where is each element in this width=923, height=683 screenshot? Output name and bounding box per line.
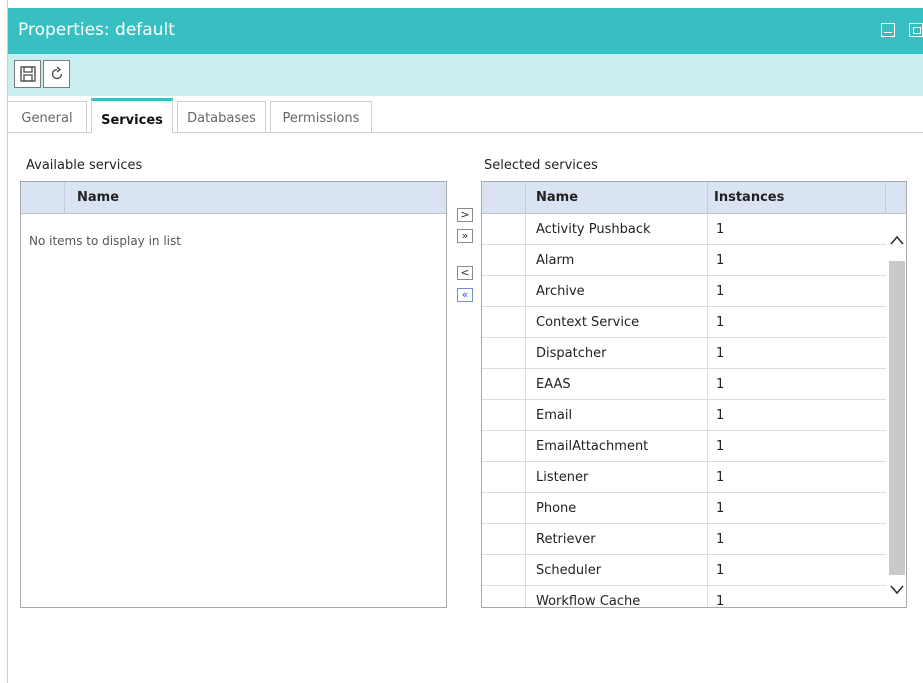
minimize-icon[interactable] — [881, 23, 895, 37]
table-row[interactable]: Phone 1 — [482, 493, 886, 524]
restore-icon[interactable] — [909, 23, 923, 37]
service-name-cell[interactable]: Scheduler — [526, 555, 708, 585]
refresh-icon — [51, 66, 63, 80]
scroll-thumb[interactable] — [889, 261, 905, 575]
add-selected-button[interactable]: > — [457, 208, 473, 222]
instances-cell[interactable]: 1 — [708, 524, 886, 554]
service-name-cell[interactable]: Phone — [526, 493, 708, 523]
service-name-cell[interactable]: Dispatcher — [526, 338, 708, 368]
save-button[interactable] — [14, 60, 41, 88]
row-selector[interactable] — [482, 214, 526, 244]
table-row[interactable]: Workflow Cache 1 — [482, 586, 886, 607]
table-row[interactable]: Scheduler 1 — [482, 555, 886, 586]
row-selector[interactable] — [482, 586, 526, 607]
table-row[interactable]: EmailAttachment 1 — [482, 431, 886, 462]
row-selector[interactable] — [482, 245, 526, 275]
tab-strip: General Services Databases Permissions — [8, 96, 923, 133]
table-row[interactable]: Email 1 — [482, 400, 886, 431]
instances-cell[interactable]: 1 — [708, 431, 886, 461]
service-name-cell[interactable]: Email — [526, 400, 708, 430]
instances-cell[interactable]: 1 — [708, 245, 886, 275]
available-column-name[interactable]: Name — [77, 190, 119, 205]
service-name-cell[interactable]: Retriever — [526, 524, 708, 554]
selected-services-grid[interactable]: Name Instances Activity Pushback 1 Alarm 1… — [481, 181, 907, 608]
selected-column-instances[interactable]: Instances — [708, 182, 886, 213]
row-selector[interactable] — [482, 307, 526, 337]
row-selector[interactable] — [482, 462, 526, 492]
tab-services[interactable]: Services — [91, 98, 173, 133]
chevron-down-icon[interactable] — [890, 584, 904, 596]
remove-selected-button[interactable]: < — [457, 266, 473, 280]
table-row[interactable]: Dispatcher 1 — [482, 338, 886, 369]
tab-permissions[interactable]: Permissions — [270, 101, 372, 132]
table-row[interactable]: Archive 1 — [482, 276, 886, 307]
vertical-scrollbar[interactable] — [886, 214, 906, 607]
chevron-up-icon[interactable] — [890, 234, 904, 246]
remove-all-button[interactable]: « — [457, 288, 473, 302]
service-name-cell[interactable]: Listener — [526, 462, 708, 492]
row-selector[interactable] — [482, 431, 526, 461]
table-row[interactable]: Activity Pushback 1 — [482, 214, 886, 245]
available-services-list[interactable]: Name No items to display in list — [20, 181, 447, 608]
tab-databases[interactable]: Databases — [177, 101, 266, 132]
instances-cell[interactable]: 1 — [708, 214, 886, 244]
table-row[interactable]: Context Service 1 — [482, 307, 886, 338]
row-selector[interactable] — [482, 555, 526, 585]
selected-column-name[interactable]: Name — [526, 182, 708, 213]
row-selector[interactable] — [482, 276, 526, 306]
instances-cell[interactable]: 1 — [708, 493, 886, 523]
instances-cell[interactable]: 1 — [708, 338, 886, 368]
row-selector[interactable] — [482, 524, 526, 554]
service-name-cell[interactable]: Context Service — [526, 307, 708, 337]
empty-list-message: No items to display in list — [29, 234, 181, 248]
row-selector[interactable] — [482, 338, 526, 368]
service-name-cell[interactable]: Alarm — [526, 245, 708, 275]
instances-cell[interactable]: 1 — [708, 586, 886, 607]
service-name-cell[interactable]: Activity Pushback — [526, 214, 708, 244]
table-row[interactable]: Alarm 1 — [482, 245, 886, 276]
toolbar — [8, 54, 923, 96]
save-icon — [20, 66, 36, 82]
service-name-cell[interactable]: EmailAttachment — [526, 431, 708, 461]
service-name-cell[interactable]: Archive — [526, 276, 708, 306]
available-grid-header: Name — [21, 182, 446, 214]
header-selector-cell — [21, 182, 65, 213]
window-title: Properties: default — [18, 20, 175, 40]
refresh-button[interactable] — [43, 60, 70, 88]
row-selector[interactable] — [482, 400, 526, 430]
service-name-cell[interactable]: Workflow Cache — [526, 586, 708, 607]
selected-rows: Activity Pushback 1 Alarm 1 Archive 1 Conte… — [482, 214, 886, 607]
header-selector-cell — [482, 182, 526, 213]
available-services-label: Available services — [26, 158, 143, 173]
window-left-edge — [0, 0, 8, 683]
table-row[interactable]: Listener 1 — [482, 462, 886, 493]
properties-window: Properties: default General Services Dat… — [8, 0, 923, 683]
title-bar: Properties: default — [8, 8, 923, 54]
instances-cell[interactable]: 1 — [708, 276, 886, 306]
table-row[interactable]: EAAS 1 — [482, 369, 886, 400]
instances-cell[interactable]: 1 — [708, 369, 886, 399]
row-selector[interactable] — [482, 369, 526, 399]
add-all-button[interactable]: » — [457, 229, 473, 243]
table-row[interactable]: Retriever 1 — [482, 524, 886, 555]
instances-cell[interactable]: 1 — [708, 400, 886, 430]
row-selector[interactable] — [482, 493, 526, 523]
instances-cell[interactable]: 1 — [708, 462, 886, 492]
selected-services-label: Selected services — [484, 158, 598, 173]
tab-general[interactable]: General — [8, 101, 87, 132]
service-name-cell[interactable]: EAAS — [526, 369, 708, 399]
selected-grid-header: Name Instances — [482, 182, 906, 214]
instances-cell[interactable]: 1 — [708, 307, 886, 337]
instances-cell[interactable]: 1 — [708, 555, 886, 585]
